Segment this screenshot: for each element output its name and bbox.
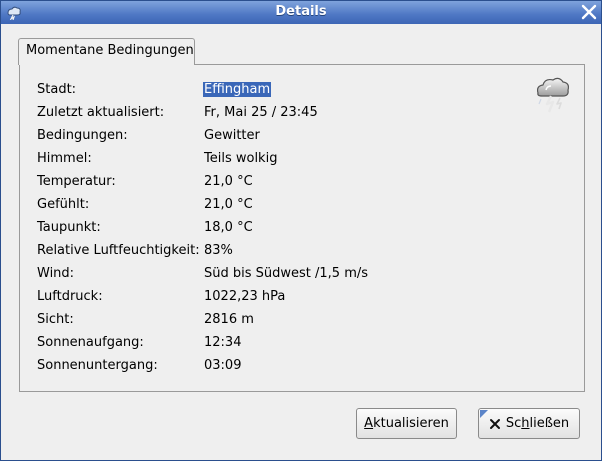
value-last-updated: Fr, Mai 25 / 23:45: [204, 105, 318, 120]
row-dew-point: Taupunkt: 18,0 °C: [20, 220, 584, 238]
row-sunrise: Sonnenaufgang: 12:34: [20, 335, 584, 353]
label-conditions: Bedingungen:: [37, 128, 128, 143]
value-conditions: Gewitter: [204, 128, 260, 143]
tab-current-conditions[interactable]: Momentane Bedingungen: [18, 38, 195, 65]
row-humidity: Relative Luftfeuchtigkeit: 83%: [20, 243, 584, 261]
label-wind: Wind:: [37, 266, 75, 281]
value-temperature: 21,0 °C: [204, 174, 253, 189]
value-pressure: 1022,23 hPa: [204, 289, 286, 304]
label-sky: Himmel:: [37, 151, 92, 166]
row-last-updated: Zuletzt aktualisiert: Fr, Mai 25 / 23:45: [20, 105, 584, 123]
label-city: Stadt:: [37, 82, 77, 97]
value-visibility: 2816 m: [204, 312, 254, 327]
value-sunrise: 12:34: [204, 335, 242, 350]
refresh-button-label: Aktualisieren: [364, 416, 449, 431]
value-sunset: 03:09: [204, 358, 242, 373]
close-button[interactable]: Schließen: [478, 408, 580, 439]
tab-label: Momentane Bedingungen: [26, 43, 194, 58]
label-visibility: Sicht:: [37, 312, 74, 327]
window-title: Details: [275, 4, 327, 19]
thunderstorm-icon: [536, 77, 570, 113]
row-temperature: Temperatur: 21,0 °C: [20, 174, 584, 192]
label-pressure: Luftdruck:: [37, 289, 103, 304]
label-sunrise: Sonnenaufgang:: [37, 335, 144, 350]
row-visibility: Sicht: 2816 m: [20, 312, 584, 330]
value-humidity: 83%: [204, 243, 233, 258]
label-dew-point: Taupunkt:: [37, 220, 101, 235]
value-city[interactable]: Effingham: [203, 82, 272, 97]
value-feels-like: 21,0 °C: [204, 197, 253, 212]
close-window-icon[interactable]: [580, 3, 598, 21]
label-last-updated: Zuletzt aktualisiert:: [37, 105, 165, 120]
label-sunset: Sonnenuntergang:: [37, 358, 158, 373]
row-sunset: Sonnenuntergang: 03:09: [20, 358, 584, 376]
close-button-label: Schließen: [479, 409, 579, 438]
row-conditions: Bedingungen: Gewitter: [20, 128, 584, 146]
row-sky: Himmel: Teils wolkig: [20, 151, 584, 169]
label-feels-like: Gefühlt:: [37, 197, 90, 212]
row-pressure: Luftdruck: 1022,23 hPa: [20, 289, 584, 307]
conditions-panel: Stadt: Effingham Zuletzt aktualisiert: F…: [19, 64, 585, 392]
details-window: Details Momentane Bedingungen Stadt: Eff…: [0, 0, 602, 461]
row-feels-like: Gefühlt: 21,0 °C: [20, 197, 584, 215]
row-city: Stadt: Effingham: [20, 82, 584, 100]
focus-corner-indicator: [480, 410, 488, 418]
x-icon: [489, 418, 500, 429]
value-wind: Süd bis Südwest /1,5 m/s: [204, 266, 369, 281]
refresh-button[interactable]: Aktualisieren: [356, 408, 457, 439]
label-temperature: Temperatur:: [37, 174, 116, 189]
value-dew-point: 18,0 °C: [204, 220, 253, 235]
title-bar[interactable]: Details: [1, 1, 601, 24]
row-wind: Wind: Süd bis Südwest /1,5 m/s: [20, 266, 584, 284]
label-humidity: Relative Luftfeuchtigkeit:: [37, 243, 200, 258]
value-sky: Teils wolkig: [204, 151, 278, 166]
